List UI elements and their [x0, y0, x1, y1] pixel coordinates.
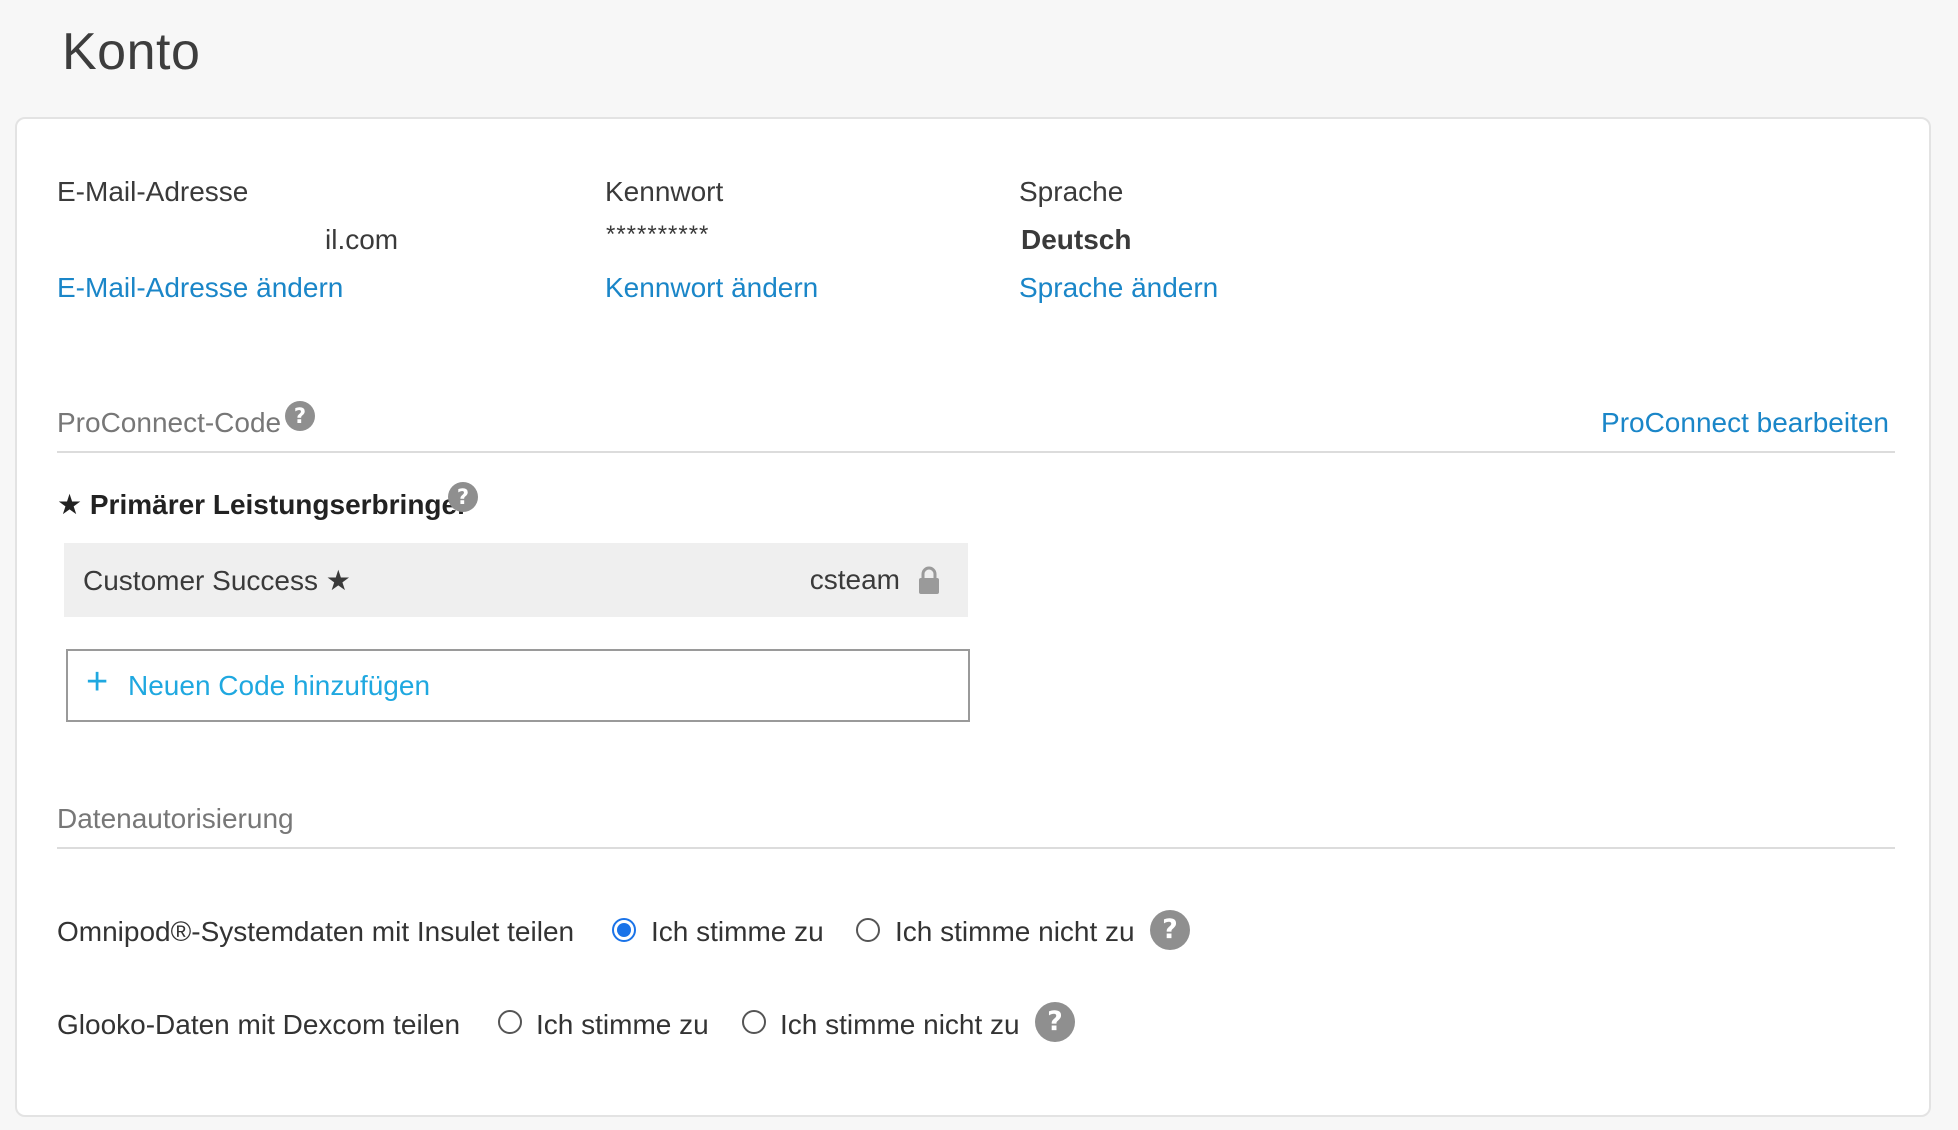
- radio-omnipod-agree[interactable]: [612, 918, 636, 942]
- change-language-link[interactable]: Sprache ändern: [1019, 272, 1218, 304]
- page-title: Konto: [62, 23, 201, 81]
- radio-label-glooko-agree[interactable]: Ich stimme zu: [536, 1009, 709, 1041]
- consent-label-glooko: Glooko-Daten mit Dexcom teilen: [57, 1009, 461, 1040]
- email-label: E-Mail-Adresse: [57, 176, 249, 207]
- authorization-title: Datenautorisierung: [57, 803, 294, 834]
- consent-label-omnipod: Omnipod®-Systemdaten mit Insulet teilen: [57, 916, 575, 947]
- lock-icon: [919, 566, 939, 594]
- radio-label-omnipod-disagree[interactable]: Ich stimme nicht zu: [895, 916, 1135, 948]
- account-card: E-Mail-Adresse il.com E-Mail-Adresse änd…: [15, 117, 1931, 1117]
- proconnect-edit-link[interactable]: ProConnect bearbeiten: [1601, 407, 1889, 439]
- question-icon[interactable]: ?: [1035, 1002, 1075, 1042]
- radio-label-glooko-disagree[interactable]: Ich stimme nicht zu: [780, 1009, 1020, 1041]
- proconnect-title: ProConnect-Code: [57, 407, 282, 438]
- provider-row: Customer Success ★ csteam: [64, 543, 968, 617]
- change-email-link[interactable]: E-Mail-Adresse ändern: [57, 272, 343, 304]
- question-icon[interactable]: ?: [1150, 910, 1190, 950]
- primary-provider-title: ★ Primärer Leistungserbringer: [57, 489, 469, 520]
- question-icon[interactable]: ?: [285, 401, 315, 431]
- add-code-button[interactable]: + Neuen Code hinzufügen: [66, 649, 970, 722]
- password-label: Kennwort: [605, 176, 724, 207]
- radio-omnipod-disagree[interactable]: [856, 918, 880, 942]
- radio-glooko-disagree[interactable]: [742, 1010, 766, 1034]
- provider-code: csteam: [809, 564, 900, 595]
- email-value: il.com: [325, 224, 399, 255]
- radio-label-omnipod-agree[interactable]: Ich stimme zu: [651, 916, 824, 948]
- password-value: **********: [606, 221, 710, 248]
- language-label: Sprache: [1019, 176, 1124, 207]
- authorization-divider: [57, 847, 1895, 849]
- plus-icon: +: [86, 661, 109, 703]
- provider-name: Customer Success ★: [83, 565, 351, 596]
- question-icon[interactable]: ?: [448, 482, 478, 512]
- change-password-link[interactable]: Kennwort ändern: [605, 272, 818, 304]
- add-code-label: Neuen Code hinzufügen: [128, 670, 431, 701]
- language-value: Deutsch: [1021, 224, 1132, 255]
- proconnect-divider: [57, 451, 1895, 453]
- radio-glooko-agree[interactable]: [498, 1010, 522, 1034]
